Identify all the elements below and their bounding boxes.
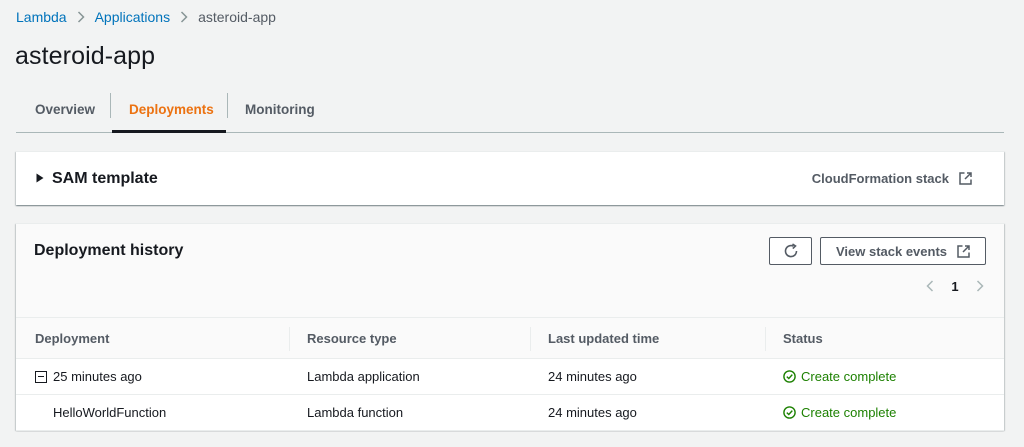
refresh-icon [784, 243, 797, 258]
last-updated-cell: 24 minutes ago [548, 405, 637, 420]
breadcrumb: Lambda Applications asteroid-app [16, 9, 276, 25]
pagination: 1 [918, 276, 992, 296]
column-divider [530, 327, 531, 351]
view-stack-events-button[interactable]: View stack events [820, 237, 986, 265]
collapse-icon[interactable] [35, 370, 47, 383]
column-divider [289, 327, 290, 351]
tab-bar: Overview Deployments Monitoring [16, 86, 1004, 133]
cloudformation-stack-label: CloudFormation stack [811, 171, 949, 186]
check-circle-icon [783, 370, 796, 383]
caret-right-icon[interactable] [36, 173, 44, 183]
refresh-button[interactable] [769, 237, 812, 265]
external-link-icon [959, 172, 972, 185]
resource-type-cell: Lambda function [307, 405, 404, 420]
table-row[interactable]: 25 minutes ago Lambda application 24 min… [16, 359, 1004, 395]
page-number[interactable]: 1 [942, 279, 968, 294]
chevron-right-icon [67, 9, 95, 25]
deployment-time: 25 minutes ago [53, 369, 142, 384]
tab-monitoring[interactable]: Monitoring [245, 86, 315, 132]
column-header-deployment: Deployment [35, 331, 110, 346]
column-header-status: Status [783, 331, 823, 346]
tab-divider [227, 93, 228, 118]
last-updated-cell: 24 minutes ago [548, 369, 637, 384]
status-text: Create complete [801, 369, 897, 384]
page-title: asteroid-app [15, 42, 156, 70]
status-text: Create complete [801, 405, 897, 420]
column-header-resource-type: Resource type [307, 331, 397, 346]
deployment-table: Deployment Resource type Last updated ti… [16, 317, 1004, 431]
chevron-right-icon [170, 9, 198, 25]
external-link-icon [957, 244, 970, 258]
breadcrumb-current: asteroid-app [198, 9, 276, 25]
deployment-cell: HelloWorldFunction [53, 405, 167, 420]
deployment-history-panel: Deployment history View stack events 1 D… [16, 223, 1004, 431]
sam-template-panel: SAM template CloudFormation stack [16, 151, 1004, 205]
deployment-history-title: Deployment history [34, 242, 184, 259]
status-cell: Create complete [783, 359, 896, 394]
tab-divider [110, 93, 111, 118]
deployment-cell: 25 minutes ago [35, 359, 142, 394]
table-row[interactable]: HelloWorldFunction Lambda function 24 mi… [16, 395, 1004, 431]
check-circle-icon [783, 406, 796, 419]
view-stack-events-label: View stack events [835, 243, 948, 259]
tab-overview[interactable]: Overview [35, 86, 95, 132]
chevron-right-icon[interactable] [968, 276, 992, 296]
cloudformation-stack-link[interactable]: CloudFormation stack [812, 171, 972, 186]
table-header: Deployment Resource type Last updated ti… [16, 317, 1004, 359]
chevron-left-icon[interactable] [918, 276, 942, 296]
column-divider [765, 327, 766, 351]
breadcrumb-lambda[interactable]: Lambda [16, 9, 67, 25]
sam-template-title[interactable]: SAM template [52, 170, 158, 188]
breadcrumb-applications[interactable]: Applications [95, 9, 171, 25]
column-header-last-updated: Last updated time [548, 331, 660, 346]
active-tab-indicator [112, 130, 226, 133]
status-cell: Create complete [783, 395, 896, 430]
tab-deployments[interactable]: Deployments [129, 86, 214, 132]
resource-type-cell: Lambda application [307, 369, 420, 384]
